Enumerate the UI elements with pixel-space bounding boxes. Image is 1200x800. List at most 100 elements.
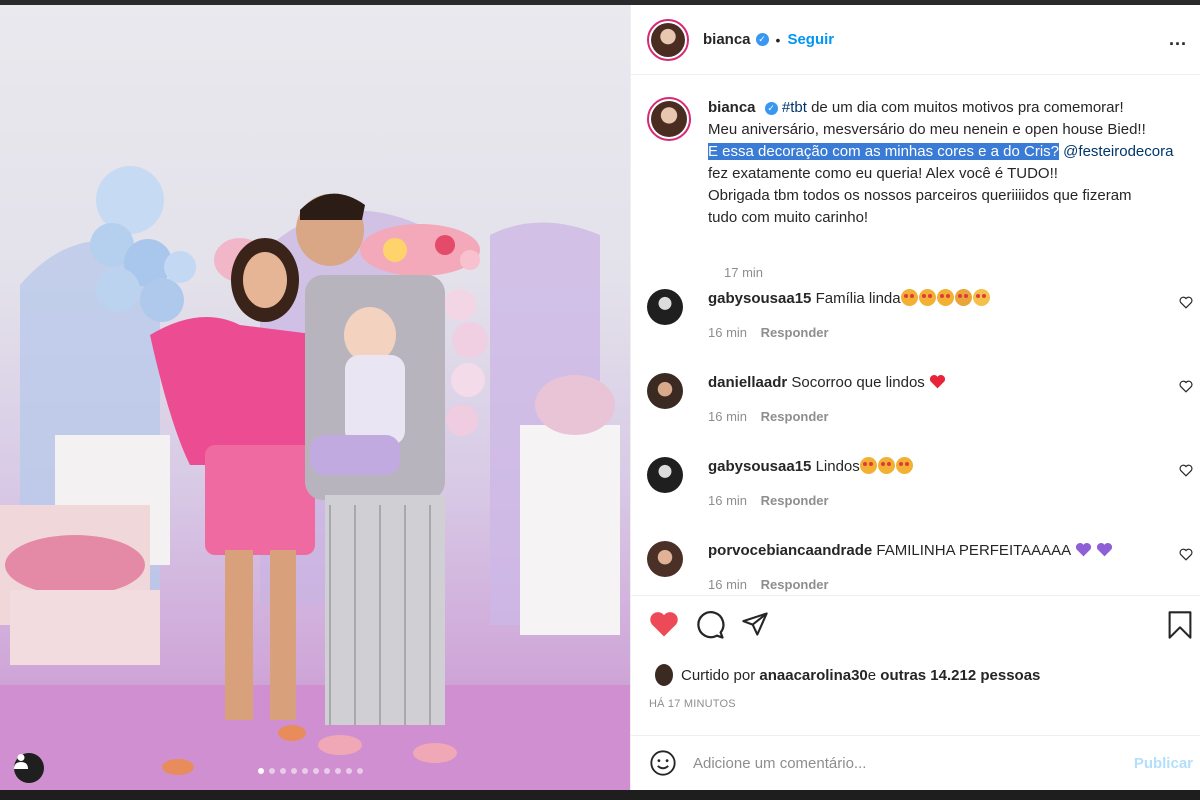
post-header: bianca ✓ • Seguir ... xyxy=(631,5,1200,75)
comment-meta: 16 min Responder xyxy=(708,577,829,592)
verified-icon: ✓ xyxy=(764,101,778,115)
comment-item: daniellaadr Socorroo que lindos 16 min R… xyxy=(647,373,1193,443)
likes-summary: Curtido por anaacarolina30 e outras 14.2… xyxy=(655,664,1040,686)
likes-others[interactable]: outras 14.212 pessoas xyxy=(880,667,1040,684)
comment-username[interactable]: gabysousaa15 xyxy=(708,458,811,475)
carousel-dot xyxy=(291,768,297,774)
comments-area[interactable]: bianca ✓ #tbt de um dia com muitos motiv… xyxy=(631,75,1200,595)
comment-text: gabysousaa15 Família linda xyxy=(708,289,991,309)
avatar[interactable] xyxy=(647,373,683,409)
caption-line-4: fez exatamente como eu queria! Alex você… xyxy=(708,165,1058,182)
heart-eyes-emoji xyxy=(859,457,877,474)
comment-username[interactable]: gabysousaa15 xyxy=(708,290,811,307)
post-username[interactable]: bianca xyxy=(703,31,751,48)
carousel-dot xyxy=(357,768,363,774)
carousel-dot xyxy=(258,768,264,774)
heart-eyes-emoji xyxy=(918,289,936,306)
comment-body: Socorroo que lindos xyxy=(791,374,925,391)
comment-meta: 16 min Responder xyxy=(708,493,829,508)
comment-like-icon[interactable] xyxy=(1179,547,1193,561)
window-bottom-edge xyxy=(0,790,1200,800)
verified-icon: ✓ xyxy=(755,33,769,46)
purple-heart-emoji xyxy=(1075,542,1091,557)
comment-like-icon[interactable] xyxy=(1179,379,1193,393)
caption-time: 17 min xyxy=(724,265,764,280)
comment-item: gabysousaa15 Família linda 16 min Respon… xyxy=(647,289,1193,359)
raised-hands-emoji xyxy=(954,289,972,306)
comment-item: gabysousaa15 Lindos 16 min Responder xyxy=(647,457,1193,527)
heart-eyes-emoji xyxy=(900,289,918,306)
carousel-dot xyxy=(346,768,352,774)
comment-body: FAMILINHA PERFEITAAAAA xyxy=(876,542,1071,559)
caption-text: bianca ✓ #tbt de um dia com muitos motiv… xyxy=(708,97,1188,229)
post-actions: Curtido por anaacarolina30 e outras 14.2… xyxy=(631,595,1200,735)
clapping-hands-emoji xyxy=(972,289,990,306)
comment-meta: 16 min Responder xyxy=(708,325,829,340)
emoji-icon[interactable] xyxy=(649,749,677,777)
reply-button[interactable]: Responder xyxy=(761,409,829,424)
comment-text: gabysousaa15 Lindos xyxy=(708,457,914,477)
carousel-dot xyxy=(280,768,286,774)
user-tag-icon[interactable] xyxy=(14,753,44,783)
likes-user[interactable]: anaacarolina30 xyxy=(759,667,867,684)
share-icon[interactable] xyxy=(741,610,769,638)
comment-like-icon[interactable] xyxy=(1179,295,1193,309)
heart-eyes-emoji xyxy=(895,457,913,474)
likes-prefix: Curtido por xyxy=(681,666,756,684)
comment-text: porvocebiancaandrade FAMILINHA PERFEITAA… xyxy=(708,541,1113,561)
caption-highlighted-text: E essa decoração com as minhas cores e a… xyxy=(708,143,1059,160)
carousel-indicator xyxy=(258,768,363,774)
caption-avatar[interactable] xyxy=(647,97,691,141)
carousel-dot xyxy=(302,768,308,774)
comment-text: daniellaadr Socorroo que lindos xyxy=(708,373,946,393)
caption-hashtag[interactable]: #tbt xyxy=(782,99,807,116)
comment-input[interactable]: Adicione um comentário... xyxy=(693,755,1134,772)
comment-time: 16 min xyxy=(708,577,748,592)
avatar[interactable] xyxy=(647,18,689,61)
post-timestamp[interactable]: HÁ 17 MINUTOS xyxy=(649,698,736,710)
carousel-dot xyxy=(324,768,330,774)
avatar[interactable] xyxy=(647,457,683,493)
add-comment-bar: Adicione um comentário... Publicar xyxy=(631,735,1200,790)
caption-mention[interactable]: @festeirodecora xyxy=(1063,143,1173,160)
carousel-dot xyxy=(335,768,341,774)
comment-username[interactable]: porvocebiancaandrade xyxy=(708,542,872,559)
caption-line-5: Obrigada tbm todos os nossos parceiros q… xyxy=(708,187,1132,204)
avatar[interactable] xyxy=(647,289,683,325)
comment-item: porvocebiancaandrade FAMILINHA PERFEITAA… xyxy=(647,541,1193,595)
comment-body: Família linda xyxy=(815,290,901,307)
caption-line-1: de um dia com muitos motivos pra comemor… xyxy=(806,99,1124,116)
like-heart-icon[interactable] xyxy=(649,610,679,638)
save-icon[interactable] xyxy=(1167,610,1193,640)
reply-button[interactable]: Responder xyxy=(761,577,829,592)
photo-illustration xyxy=(0,166,630,790)
more-icon[interactable]: ... xyxy=(1169,29,1187,50)
publish-button[interactable]: Publicar xyxy=(1134,755,1193,772)
carousel-dot xyxy=(269,768,275,774)
purple-heart-emoji xyxy=(1096,542,1112,557)
comment-time: 16 min xyxy=(708,493,748,508)
red-heart-emoji xyxy=(929,374,946,389)
heart-eyes-emoji xyxy=(936,289,954,306)
comment-icon[interactable] xyxy=(695,610,725,640)
avatar[interactable] xyxy=(647,541,683,577)
comment-username[interactable]: daniellaadr xyxy=(708,374,787,391)
comment-time: 16 min xyxy=(708,409,748,424)
caption-username[interactable]: bianca xyxy=(708,99,756,116)
reply-button[interactable]: Responder xyxy=(761,493,829,508)
post-side-panel: bianca ✓ • Seguir ... bianca ✓ #tbt de u… xyxy=(630,5,1200,790)
avatar[interactable] xyxy=(655,664,673,686)
post-photo[interactable] xyxy=(0,5,630,790)
comment-meta: 16 min Responder xyxy=(708,409,829,424)
caption-line-2: Meu aniversário, mesversário do meu nene… xyxy=(708,121,1146,138)
separator-dot: • xyxy=(775,31,781,48)
heart-eyes-emoji xyxy=(877,457,895,474)
comment-body: Lindos xyxy=(815,458,860,475)
follow-button[interactable]: Seguir xyxy=(787,31,834,48)
likes-middle: e xyxy=(867,666,877,684)
reply-button[interactable]: Responder xyxy=(761,325,829,340)
comment-like-icon[interactable] xyxy=(1179,463,1193,477)
comment-time: 16 min xyxy=(708,325,748,340)
caption-line-6: tudo com muito carinho! xyxy=(708,209,869,226)
carousel-dot xyxy=(313,768,319,774)
